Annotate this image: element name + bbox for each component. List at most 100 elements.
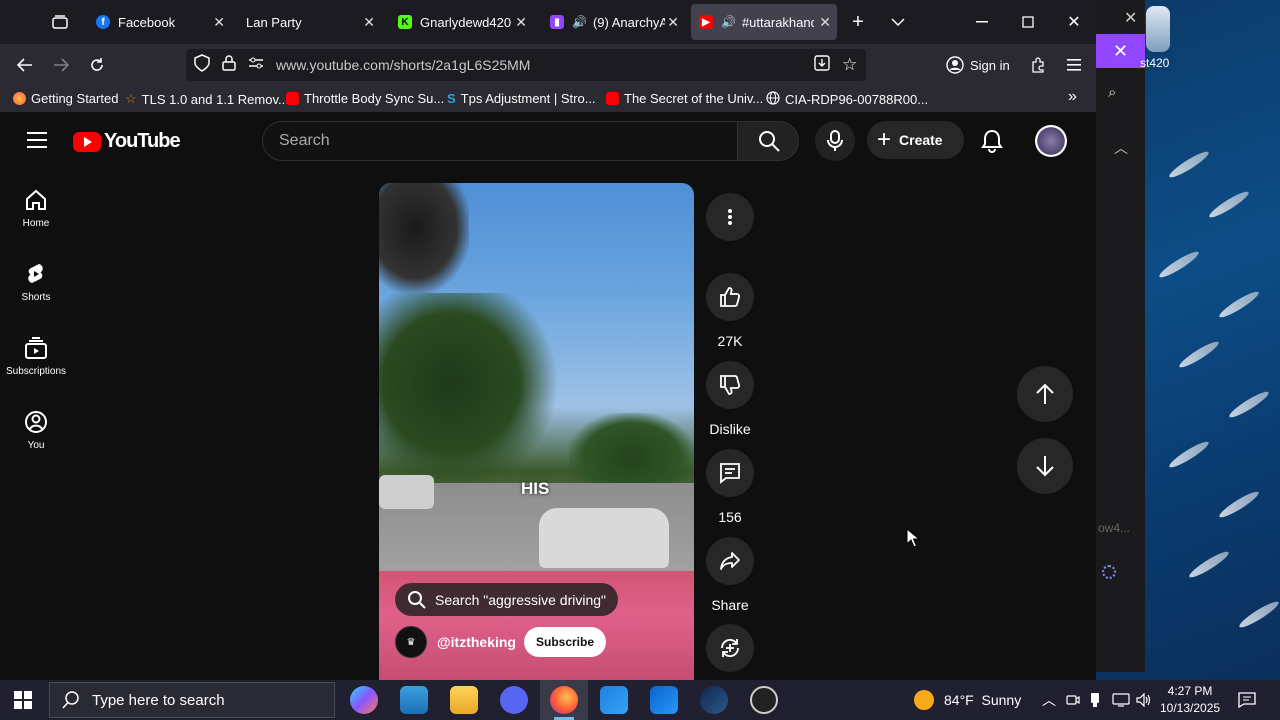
network-icon[interactable] bbox=[1112, 680, 1130, 720]
copilot-icon[interactable] bbox=[350, 686, 378, 714]
bookmark-throttle-body[interactable]: Throttle Body Sync Su... bbox=[286, 91, 444, 106]
related-search-pill[interactable]: Search "aggressive driving" bbox=[395, 583, 618, 616]
show-hidden-icons-chevron-icon[interactable]: ︿ bbox=[1042, 680, 1056, 720]
youtube-search-input[interactable]: Search bbox=[262, 121, 738, 161]
background-window-close-icon[interactable]: ✕ bbox=[1124, 8, 1137, 28]
like-action[interactable]: 27K bbox=[706, 273, 754, 349]
background-close-button[interactable]: ✕ bbox=[1096, 34, 1145, 68]
remix-action[interactable] bbox=[706, 624, 754, 672]
globe-icon bbox=[766, 91, 780, 108]
notifications-bell-icon[interactable] bbox=[976, 126, 1008, 158]
sign-in-button[interactable]: Sign in bbox=[946, 52, 1010, 78]
dislike-action[interactable]: Dislike bbox=[706, 361, 754, 437]
file-manager-icon[interactable] bbox=[400, 686, 428, 714]
bookmark-getting-started[interactable]: Getting Started bbox=[13, 91, 118, 106]
remix-button[interactable] bbox=[706, 624, 754, 672]
windows-start-icon[interactable] bbox=[12, 690, 34, 710]
bookmark-tps-adjustment[interactable]: S Tps Adjustment | Stro... bbox=[447, 91, 596, 106]
tab-bar: f Facebook ✕ Lan Party ✕ K Gnarlydewd420… bbox=[0, 0, 1096, 44]
previous-short-button[interactable] bbox=[1017, 366, 1073, 422]
short-video-player[interactable]: HIS Search "aggressive driving" ♛ @itzth… bbox=[379, 183, 694, 680]
lock-icon[interactable] bbox=[222, 54, 236, 76]
file-explorer-icon[interactable] bbox=[450, 686, 478, 714]
close-tab-icon[interactable]: ✕ bbox=[515, 14, 527, 31]
steam-icon[interactable] bbox=[700, 686, 728, 714]
share-button[interactable] bbox=[706, 537, 754, 585]
tab-facebook[interactable]: f Facebook ✕ bbox=[86, 4, 231, 40]
create-label: Create bbox=[899, 132, 943, 148]
tab-twitch[interactable]: ▮ 🔊 (9) AnarchyA ✕ bbox=[540, 4, 685, 40]
tab-kick[interactable]: K Gnarlydewd420 S ✕ bbox=[388, 4, 533, 40]
guide-menu-icon[interactable] bbox=[26, 130, 48, 150]
nav-shorts[interactable]: Shorts bbox=[0, 262, 72, 336]
comments-button[interactable] bbox=[706, 449, 754, 497]
extensions-puzzle-icon[interactable] bbox=[1028, 54, 1048, 76]
clock-date: 10/13/2025 bbox=[1160, 701, 1221, 715]
next-short-button[interactable] bbox=[1017, 438, 1073, 494]
close-tab-icon[interactable]: ✕ bbox=[363, 14, 375, 31]
dislike-button[interactable] bbox=[706, 361, 754, 409]
account-avatar[interactable] bbox=[1035, 125, 1067, 157]
meet-now-icon[interactable] bbox=[1066, 680, 1080, 720]
background-chevron-up-icon[interactable]: ︿ bbox=[1114, 138, 1128, 158]
back-arrow-icon[interactable] bbox=[14, 54, 36, 76]
taskbar-search-box[interactable]: Type here to search bbox=[49, 682, 335, 718]
bookmark-star-icon[interactable]: ☆ bbox=[842, 55, 857, 75]
discord-icon[interactable] bbox=[500, 686, 528, 714]
tab-youtube-active[interactable]: ▶ 🔊 #uttarakhand ✕ bbox=[691, 4, 837, 40]
maximize-window-icon[interactable] bbox=[1018, 12, 1038, 32]
channel-avatar[interactable]: ♛ bbox=[395, 626, 427, 658]
obs-icon[interactable] bbox=[750, 686, 778, 714]
notification-center-icon[interactable] bbox=[1238, 680, 1256, 720]
more-bookmarks-chevron-icon[interactable]: » bbox=[1068, 88, 1077, 106]
new-tab-plus-icon[interactable]: + bbox=[848, 11, 868, 33]
more-actions[interactable] bbox=[706, 193, 754, 241]
firefox-icon[interactable] bbox=[550, 686, 578, 714]
page-action-download-icon[interactable] bbox=[814, 54, 830, 76]
close-tab-icon[interactable]: ✕ bbox=[667, 14, 679, 31]
close-window-icon[interactable]: ✕ bbox=[1064, 12, 1084, 32]
nav-you[interactable]: You bbox=[0, 410, 72, 484]
usb-drive-icon[interactable] bbox=[1090, 680, 1100, 720]
forward-arrow-icon[interactable] bbox=[50, 54, 72, 76]
tab-lan-party[interactable]: Lan Party ✕ bbox=[236, 4, 381, 40]
site-permissions-icon[interactable] bbox=[248, 56, 264, 75]
address-bar[interactable]: www.youtube.com/shorts/2a1gL6S25MM ☆ bbox=[186, 49, 866, 81]
like-button[interactable] bbox=[706, 273, 754, 321]
nav-label: Shorts bbox=[21, 292, 51, 303]
create-button[interactable]: + Create bbox=[867, 121, 964, 159]
more-vert-icon[interactable] bbox=[706, 193, 754, 241]
background-search-icon[interactable]: ⌕ bbox=[1108, 84, 1116, 101]
bookmark-cia-rdp[interactable]: CIA-RDP96-00788R00... bbox=[766, 91, 928, 108]
reload-icon[interactable] bbox=[86, 54, 108, 76]
channel-name[interactable]: @itztheking bbox=[437, 634, 516, 650]
system-clock[interactable]: 4:27 PM 10/13/2025 bbox=[1160, 683, 1220, 717]
tab-overview-icon[interactable] bbox=[48, 12, 72, 32]
share-action[interactable]: Share bbox=[706, 537, 754, 613]
youtube-logo-icon[interactable] bbox=[73, 132, 101, 152]
audio-playing-icon[interactable]: 🔊 bbox=[572, 15, 587, 29]
youtube-logo-text[interactable]: YouTube bbox=[104, 130, 181, 153]
desktop-avatar-icon[interactable] bbox=[1146, 6, 1170, 52]
close-tab-icon[interactable]: ✕ bbox=[819, 14, 831, 31]
video-trees bbox=[379, 293, 559, 493]
outlook-icon[interactable] bbox=[650, 686, 678, 714]
weather-widget[interactable]: 84°F Sunny bbox=[914, 680, 1021, 720]
list-tabs-chevron-icon[interactable] bbox=[888, 12, 908, 32]
minimize-window-icon[interactable] bbox=[972, 12, 992, 32]
bookmark-tls[interactable]: ☆ TLS 1.0 and 1.1 Remov... bbox=[125, 91, 289, 107]
comments-action[interactable]: 156 bbox=[706, 449, 754, 525]
search-button[interactable] bbox=[737, 121, 799, 161]
hamburger-menu-icon[interactable] bbox=[1064, 54, 1084, 76]
audio-playing-icon[interactable]: 🔊 bbox=[721, 15, 736, 29]
subscribe-button[interactable]: Subscribe bbox=[523, 627, 607, 657]
volume-icon[interactable] bbox=[1136, 680, 1152, 720]
voice-search-button[interactable] bbox=[815, 121, 855, 161]
bookmark-secret-universe[interactable]: The Secret of the Univ... bbox=[606, 91, 763, 106]
close-tab-icon[interactable]: ✕ bbox=[213, 14, 225, 31]
url-text[interactable]: www.youtube.com/shorts/2a1gL6S25MM bbox=[276, 57, 530, 73]
nav-subscriptions[interactable]: Subscriptions bbox=[0, 336, 72, 410]
nav-home[interactable]: Home bbox=[0, 188, 72, 262]
tracking-shield-icon[interactable] bbox=[194, 53, 210, 77]
microsoft-store-icon[interactable] bbox=[600, 686, 628, 714]
